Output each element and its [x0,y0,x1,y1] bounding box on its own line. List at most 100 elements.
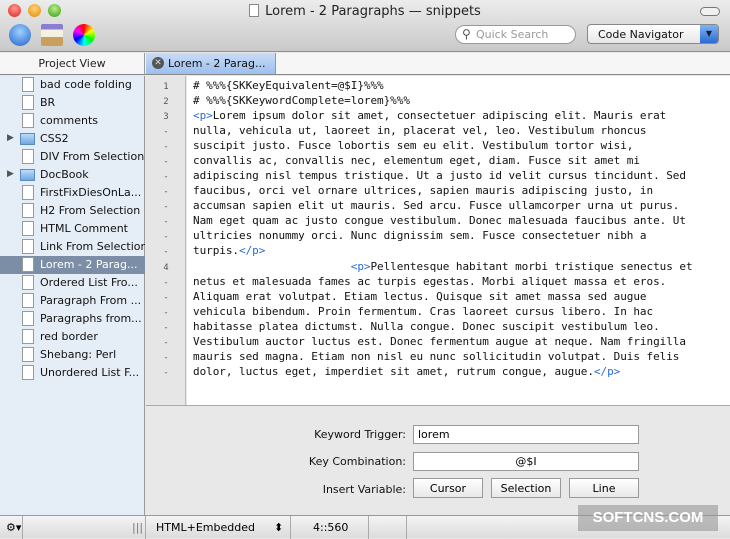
file-icon [22,77,34,92]
keyword-trigger-input[interactable]: lorem [413,425,639,444]
line-number: - [163,323,169,333]
quick-search-input[interactable]: ⚲ Quick Search [455,25,576,44]
file-icon [22,275,34,290]
line-number: - [163,353,169,363]
tab-project-view[interactable]: Project View [0,53,145,74]
sidebar-item-label: DocBook [40,168,89,181]
code-line: ultricies nonummy orci. Nunc dignissim s… [193,229,647,242]
toolbar-toggle-button[interactable] [700,7,720,16]
code-text: netus et malesuada fames ac turpis egest… [193,275,667,288]
disclosure-triangle-icon[interactable]: ▶ [7,169,14,179]
code-line: Vestibulum auctor luctus est. Donec ferm… [193,335,686,348]
line-number: 4 [163,263,169,273]
sidebar-item[interactable]: Paragraphs from... [0,310,145,328]
code-line: <p>Lorem ipsum dolor sit amet, consectet… [193,109,666,122]
chevron-down-icon: ▼ [700,25,718,43]
code-text: adipiscing nisl tempus tristique. Ut a j… [193,169,686,182]
line-number: - [163,368,169,378]
line-number: - [163,247,169,257]
gear-icon[interactable]: ⚙▾ [6,521,21,534]
sidebar-item[interactable]: Paragraph From ... [0,292,145,310]
sidebar-item[interactable]: Unordered List F... [0,364,145,382]
code-line: Aliquam erat volutpat. Etiam lectus. Qui… [193,290,647,303]
code-line: # %%%{SKKeywordComplete=lorem}%%% [193,94,410,107]
file-icon [22,149,34,164]
sidebar-resize-handle[interactable]: ||| [132,521,143,534]
code-navigator-dropdown[interactable]: Code Navigator ▼ [587,24,719,44]
sidebar-item[interactable]: bad code folding [0,76,145,94]
insert-cursor-button[interactable]: Cursor [413,478,483,498]
tab-active-document[interactable]: ✕ Lorem - 2 Parag... [146,53,276,74]
syntax-mode-label: HTML+Embedded [156,521,255,534]
insert-selection-button[interactable]: Selection [491,478,561,498]
sidebar-item-label: Paragraph From ... [40,294,142,307]
sidebar-item[interactable]: Link From Selection [0,238,145,256]
snippet-settings-panel: Keyword Trigger: lorem Key Combination: … [146,405,730,515]
sidebar-item[interactable]: ▶ CSS2 [0,130,145,148]
sidebar-item[interactable]: Ordered List Fro... [0,274,145,292]
code-text: faucibus, orci vel ornare ultrices, sapi… [193,184,654,197]
code-line: accumsan sapien elit ut mauris. Sed arcu… [193,199,679,212]
code-text: habitasse platea dictumst. Nulla congue.… [193,320,660,333]
code-text: Lorem ipsum dolor sit amet, consectetuer… [212,109,667,122]
sidebar-item[interactable]: BR [0,94,145,112]
file-icon [22,365,34,380]
line-number: - [163,293,169,303]
html-tag: </p> [593,365,621,378]
code-text: nulla, vehicula ut, laoreet in, placerat… [193,124,647,137]
file-icon [22,113,34,128]
code-line: nulla, vehicula ut, laoreet in, placerat… [193,124,647,137]
code-line: mauris sed magna. Etiam non nisl eu nunc… [193,350,679,363]
color-picker-icon[interactable] [73,24,95,46]
line-number: - [163,127,169,137]
html-tag: </p> [239,244,266,257]
code-text: vehicula bibendum. Proin fermentum. Cras… [193,305,654,318]
search-placeholder: Quick Search [476,28,549,41]
code-line: suscipit justo. Fusce lobortis sem eu el… [193,139,633,152]
insert-line-button[interactable]: Line [569,478,639,498]
up-down-arrows-icon: ⬍ [274,521,284,534]
refresh-icon[interactable] [9,24,31,46]
sidebar-item[interactable]: ▶ DocBook [0,166,145,184]
key-combination-input[interactable]: @$I [413,452,639,471]
sidebar-item[interactable]: DIV From Selection [0,148,145,166]
keyword-trigger-label: Keyword Trigger: [314,428,406,441]
insert-variable-label: Insert Variable: [322,483,406,496]
window-title-text: Lorem - 2 Paragraphs — snippets [265,4,481,19]
line-number: - [163,232,169,242]
code-text: mauris sed magna. Etiam non nisl eu nunc… [193,350,680,363]
code-line: turpis.</p> [193,244,265,257]
sidebar-item[interactable]: Lorem - 2 Parag... [0,256,145,274]
window-title: Lorem - 2 Paragraphs — snippets [0,4,730,19]
code-text: # %%%{SKKeyEquivalent=@$I}%%% [193,79,384,92]
sidebar-item[interactable]: comments [0,112,145,130]
code-text: turpis. [193,244,240,257]
sidebar-item-label: Ordered List Fro... [40,276,138,289]
title-bar: Lorem - 2 Paragraphs — snippets ⚲ Quick S… [0,0,730,52]
sidebar-item[interactable]: HTML Comment [0,220,145,238]
sidebar-item-label: H2 From Selection [40,204,141,217]
code-line: faucibus, orci vel ornare ultrices, sapi… [193,184,653,197]
line-number: 3 [163,112,169,122]
code-text: Vestibulum auctor luctus est. Donec ferm… [193,335,686,348]
line-number: - [163,308,169,318]
folder-icon [20,169,35,181]
document-icon [249,4,260,17]
sidebar-item[interactable]: red border [0,328,145,346]
file-icon [22,311,34,326]
sidebar-item[interactable]: FirstFixDiesOnLa... [0,184,145,202]
sidebar-item[interactable]: H2 From Selection [0,202,145,220]
file-icon [22,293,34,308]
code-line: dolor, luctus eget, imperdiet sit amet, … [193,365,620,378]
disclosure-triangle-icon[interactable]: ▶ [7,133,14,143]
sidebar-item-label: Unordered List F... [40,366,140,379]
sidebar-item-label: comments [40,114,98,127]
sidebar-item-label: CSS2 [40,132,69,145]
code-text: Pellentesque habitant morbi tristique se… [370,260,693,273]
html-tag: <p> [193,260,371,273]
search-icon: ⚲ [462,27,471,41]
line-number: - [163,217,169,227]
sidebar-item[interactable]: Shebang: Perl [0,346,145,364]
close-tab-icon[interactable]: ✕ [152,57,164,69]
preview-window-icon[interactable] [41,24,63,46]
